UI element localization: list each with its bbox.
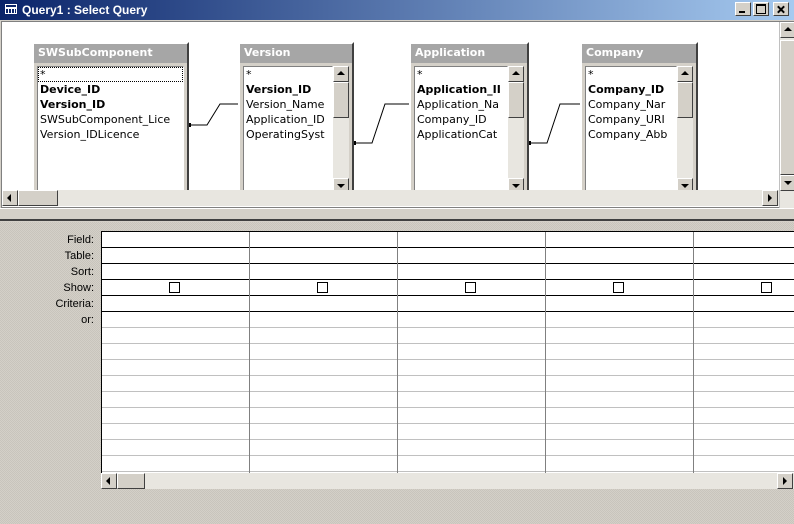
- field-list-items[interactable]: * Company_ID Company_Nar Company_URI Company…: [585, 66, 677, 194]
- grid-row-line: [102, 359, 794, 360]
- field-item[interactable]: Application_II: [415, 82, 507, 97]
- show-checkbox[interactable]: [761, 282, 772, 293]
- grid-row-line: [102, 279, 794, 280]
- row-label: Table:: [64, 250, 94, 262]
- grid-row-line: [102, 375, 794, 376]
- grid-column-line: [693, 232, 694, 473]
- grid-horizontal-scrollbar[interactable]: [101, 473, 794, 489]
- field-item[interactable]: Version_ID: [38, 97, 183, 112]
- scroll-thumb[interactable]: [18, 190, 58, 206]
- field-item[interactable]: ApplicationCat: [415, 127, 507, 142]
- field-list-items[interactable]: * Application_II Application_Na Company_ID A…: [414, 66, 508, 194]
- scroll-thumb[interactable]: [117, 473, 145, 489]
- row-label: Criteria:: [55, 298, 94, 310]
- scroll-up-button[interactable]: [333, 66, 349, 82]
- design-grid-pane: Field: Table: Sort: Show: Criteria: or:: [0, 222, 794, 524]
- field-item[interactable]: Version_ID: [244, 82, 332, 97]
- scroll-up-button[interactable]: [508, 66, 524, 82]
- field-list-company[interactable]: Company * Company_ID Company_Nar Company_URI…: [580, 42, 698, 199]
- field-item[interactable]: *: [38, 67, 183, 82]
- row-labels: Field: Table: Sort: Show: Criteria: or:: [0, 232, 98, 328]
- field-item[interactable]: Company_URI: [586, 112, 676, 127]
- design-grid[interactable]: [101, 231, 794, 473]
- field-item[interactable]: Version_IDLicence: [38, 127, 183, 142]
- query-design-window: Query1 : Select Query SWSubComponent * Dev…: [0, 0, 794, 524]
- field-item[interactable]: Company_ID: [586, 82, 676, 97]
- row-label: Field:: [67, 234, 94, 246]
- field-item[interactable]: *: [586, 67, 676, 82]
- field-list-scrollbar[interactable]: [677, 66, 693, 194]
- grid-row-line: [102, 311, 794, 312]
- field-item[interactable]: Version_Name: [244, 97, 332, 112]
- field-item[interactable]: Application_Na: [415, 97, 507, 112]
- field-list-title[interactable]: Application: [411, 44, 527, 63]
- scroll-thumb[interactable]: [677, 82, 693, 118]
- row-label: Sort:: [70, 266, 94, 278]
- row-label: Show:: [63, 282, 94, 294]
- close-button[interactable]: [773, 2, 789, 16]
- scroll-left-button[interactable]: [101, 473, 117, 489]
- maximize-button[interactable]: [753, 2, 769, 16]
- scroll-right-button[interactable]: [762, 190, 778, 206]
- field-item[interactable]: Company_ID: [415, 112, 507, 127]
- field-list-items[interactable]: * Version_ID Version_Name Application_ID Ope…: [243, 66, 333, 194]
- grid-row-line: [102, 343, 794, 344]
- grid-row-line: [102, 455, 794, 456]
- field-list-title[interactable]: SWSubComponent: [34, 44, 187, 63]
- grid-row-line: [102, 439, 794, 440]
- field-item[interactable]: Company_Nar: [586, 97, 676, 112]
- grid-row-line: [102, 407, 794, 408]
- scroll-up-button[interactable]: [677, 66, 693, 82]
- scroll-thumb[interactable]: [333, 82, 349, 118]
- table-pane-vertical-scrollbar[interactable]: [779, 22, 794, 209]
- field-list-title[interactable]: Version: [240, 44, 352, 63]
- scroll-left-button[interactable]: [2, 190, 18, 206]
- show-checkbox[interactable]: [465, 282, 476, 293]
- show-checkbox[interactable]: [317, 282, 328, 293]
- show-checkbox[interactable]: [613, 282, 624, 293]
- row-label: or:: [81, 314, 94, 326]
- show-checkbox[interactable]: [169, 282, 180, 293]
- grid-row-line: [102, 295, 794, 296]
- field-list-swsubcomponent[interactable]: SWSubComponent * Device_ID Version_ID SWSubC…: [32, 42, 189, 199]
- grid-column-line: [545, 232, 546, 473]
- minimize-button[interactable]: [735, 2, 751, 16]
- grid-row-line: [102, 327, 794, 328]
- field-list-scrollbar[interactable]: [508, 66, 524, 194]
- grid-row-line: [102, 247, 794, 248]
- pane-splitter[interactable]: [0, 208, 794, 221]
- grid-column-line: [397, 232, 398, 473]
- field-item[interactable]: Company_Abb: [586, 127, 676, 142]
- scroll-right-button[interactable]: [777, 473, 793, 489]
- window-title: Query1 : Select Query: [22, 3, 148, 17]
- field-list-items[interactable]: * Device_ID Version_ID SWSubComponent_Lice V…: [37, 66, 184, 194]
- grid-row-line: [102, 263, 794, 264]
- grid-row-line: [102, 471, 794, 472]
- table-pane: SWSubComponent * Device_ID Version_ID SWSubC…: [1, 21, 794, 209]
- field-item[interactable]: Application_ID: [244, 112, 332, 127]
- table-pane-horizontal-scrollbar[interactable]: [2, 190, 779, 206]
- field-list-scrollbar[interactable]: [333, 66, 349, 194]
- scroll-thumb[interactable]: [780, 40, 794, 175]
- grid-row-line: [102, 391, 794, 392]
- field-list-version[interactable]: Version * Version_ID Version_Name Applicatio…: [238, 42, 354, 199]
- grid-column-line: [249, 232, 250, 473]
- grid-row-line: [102, 423, 794, 424]
- field-item[interactable]: SWSubComponent_Lice: [38, 112, 183, 127]
- field-list-application[interactable]: Application * Application_II Application_Na…: [409, 42, 529, 199]
- scroll-up-button[interactable]: [780, 22, 794, 38]
- field-item[interactable]: OperatingSyst: [244, 127, 332, 142]
- scroll-thumb[interactable]: [508, 82, 524, 118]
- query-icon[interactable]: [4, 3, 18, 15]
- title-bar[interactable]: Query1 : Select Query: [0, 0, 794, 20]
- field-list-title[interactable]: Company: [582, 44, 696, 63]
- field-item[interactable]: *: [244, 67, 332, 82]
- field-item[interactable]: *: [415, 67, 507, 82]
- field-item[interactable]: Device_ID: [38, 82, 183, 97]
- scroll-down-button[interactable]: [780, 175, 794, 191]
